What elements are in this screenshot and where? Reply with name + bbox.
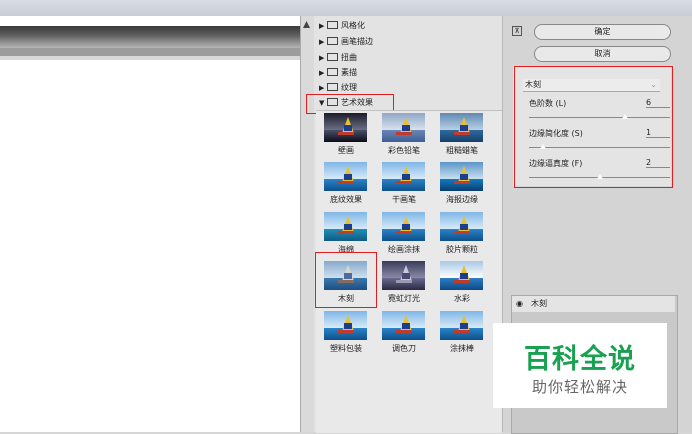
filter-thumbnail-plastic-wrap[interactable] — [324, 311, 367, 340]
tree-item-label: 纹理 — [341, 83, 357, 92]
filter-thumbnail-poster-edges[interactable] — [440, 162, 483, 191]
folder-icon — [327, 68, 338, 76]
filter-label: 胶片颗粒 — [446, 245, 478, 254]
expand-arrow-icon: ▶ — [319, 38, 325, 46]
tree-item-sketch[interactable]: ▶ 素描 — [319, 67, 357, 79]
preview-band — [0, 56, 300, 60]
scroll-up-arrow-icon[interactable] — [302, 20, 311, 29]
vertical-scrollbar[interactable] — [300, 16, 314, 432]
filter-thumbnail-palette-knife[interactable] — [382, 311, 425, 340]
preview-band — [0, 16, 300, 26]
filter-label: 塑料包装 — [330, 344, 362, 353]
expand-arrow-icon: ▶ — [319, 22, 325, 30]
filter-label: 水彩 — [454, 294, 470, 303]
expand-arrow-icon: ▶ — [319, 84, 325, 92]
filter-thumbnail-smudge-stick[interactable] — [440, 311, 483, 340]
effect-layer-name: 木刻 — [531, 299, 547, 308]
filter-thumbnail-watercolor[interactable] — [440, 261, 483, 290]
filter-thumbnail-paint-daubs[interactable] — [382, 212, 425, 241]
filter-label: 调色刀 — [392, 344, 416, 353]
tree-item-label: 素描 — [341, 68, 357, 77]
tree-item-texture[interactable]: ▶ 纹理 — [319, 82, 357, 94]
folder-icon — [327, 21, 338, 29]
image-preview[interactable] — [0, 16, 300, 432]
watermark-title: 百科全说 — [524, 344, 636, 375]
expand-arrow-icon: ▶ — [319, 69, 325, 77]
tree-item-brush-strokes[interactable]: ▶ 画笔描边 — [319, 36, 373, 48]
folder-icon — [327, 53, 338, 61]
preview-band — [0, 26, 300, 48]
highlight-selected-filter — [315, 252, 377, 308]
filter-label: 绘画涂抹 — [388, 245, 420, 254]
tree-item-distort[interactable]: ▶ 扭曲 — [319, 52, 357, 64]
tree-item-label: 画笔描边 — [341, 37, 373, 46]
filter-label: 海报边缘 — [446, 195, 478, 204]
expand-arrow-icon: ▶ — [319, 54, 325, 62]
filter-label: 霓虹灯光 — [388, 294, 420, 303]
filter-label: 粗糙蜡笔 — [446, 146, 478, 155]
filter-thumbnail-dry-brush[interactable] — [382, 162, 425, 191]
folder-icon — [327, 37, 338, 45]
tree-item-label: 风格化 — [341, 21, 365, 30]
cancel-button[interactable]: 取消 — [534, 46, 671, 62]
filter-label: 干画笔 — [392, 195, 416, 204]
effect-layer-row[interactable]: ◉ 木刻 — [512, 296, 675, 312]
watermark: 百科全说 助你轻松解决 — [493, 323, 667, 408]
watermark-subtitle: 助你轻松解决 — [531, 378, 628, 396]
filter-label: 底纹效果 — [330, 195, 362, 204]
filter-thumbnail-fresco[interactable] — [324, 113, 367, 142]
tree-item-stylize[interactable]: ▶ 风格化 — [319, 20, 365, 32]
filter-thumbnail-underpainting[interactable] — [324, 162, 367, 191]
preview-band — [0, 48, 300, 56]
filter-thumbnail-sponge[interactable] — [324, 212, 367, 241]
folder-icon — [327, 83, 338, 91]
filter-thumbnail-rough-pastels[interactable] — [440, 113, 483, 142]
filter-thumbnail-neon-glow[interactable] — [382, 261, 425, 290]
filter-label: 涂抹棒 — [450, 344, 474, 353]
filter-label: 壁画 — [338, 146, 354, 155]
ok-button[interactable]: 确定 — [534, 24, 671, 40]
filter-label: 彩色铅笔 — [388, 146, 420, 155]
filter-thumbnail-colored-pencil[interactable] — [382, 113, 425, 142]
tree-item-label: 扭曲 — [341, 53, 357, 62]
collapse-gallery-icon[interactable]: ⊼ — [512, 26, 522, 36]
filter-thumbnail-film-grain[interactable] — [440, 212, 483, 241]
eye-icon[interactable]: ◉ — [516, 296, 523, 312]
title-bar — [0, 0, 692, 16]
highlight-settings — [514, 66, 673, 188]
